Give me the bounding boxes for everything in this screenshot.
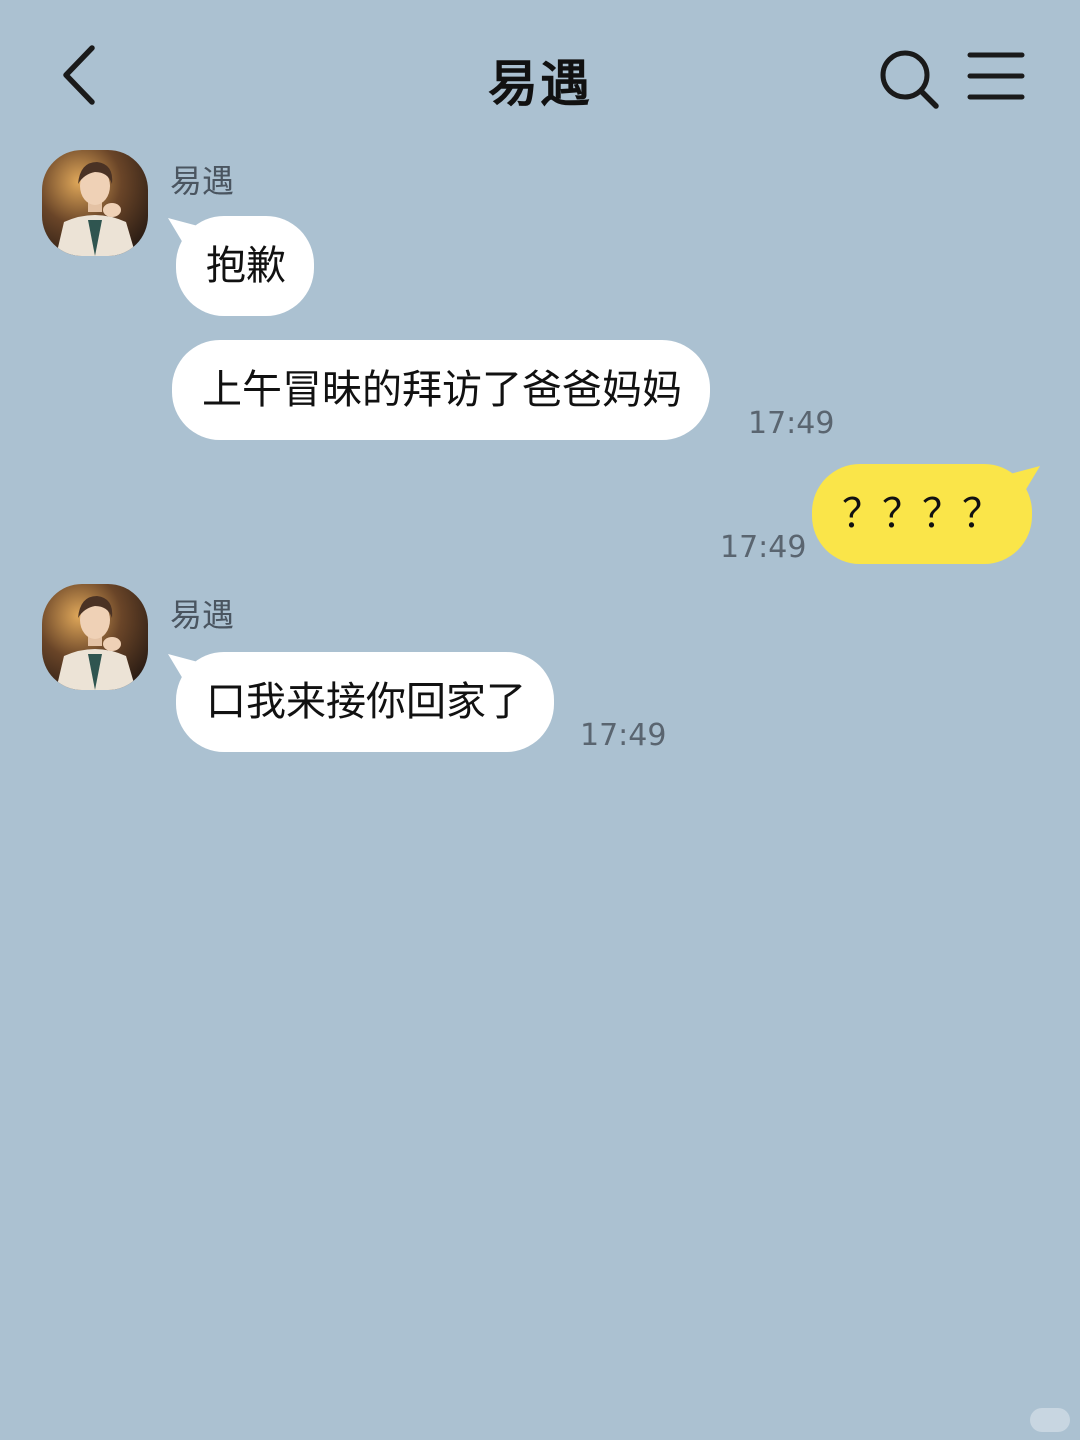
sender-name: 易遇 (170, 162, 235, 200)
search-icon (880, 50, 939, 109)
sender-name: 易遇 (170, 596, 235, 634)
message-bubble[interactable]: 口我来接你回家了 (168, 652, 554, 752)
contact-avatar[interactable] (42, 150, 148, 256)
avatar-portrait-icon (42, 584, 148, 690)
message-time: 17:49 (580, 718, 667, 753)
message-text: 口我来接你回家了 (206, 679, 526, 725)
menu-button[interactable] (966, 50, 1026, 102)
avatar-portrait-icon (42, 150, 148, 256)
message-text: 抱歉 (206, 243, 286, 289)
bubble-tail (1010, 466, 1040, 496)
message-text: ？？？？ (842, 491, 1002, 537)
bubble-tail (168, 218, 198, 248)
message-bubble[interactable]: 抱歉 (168, 216, 314, 316)
message-time: 17:49 (748, 406, 835, 441)
watermark-badge (1030, 1408, 1070, 1432)
message-text: 上午冒昧的拜访了爸爸妈妈 (202, 367, 682, 413)
menu-icon (967, 52, 1025, 100)
message-bubble[interactable]: 上午冒昧的拜访了爸爸妈妈 (172, 340, 710, 440)
search-button[interactable] (878, 48, 940, 110)
message-bubble-outgoing[interactable]: ？？？？ (812, 464, 1040, 564)
chat-header: 易遇 (0, 0, 1080, 150)
message-time: 17:49 (720, 530, 807, 565)
bubble-tail (168, 654, 198, 684)
contact-avatar[interactable] (42, 584, 148, 690)
